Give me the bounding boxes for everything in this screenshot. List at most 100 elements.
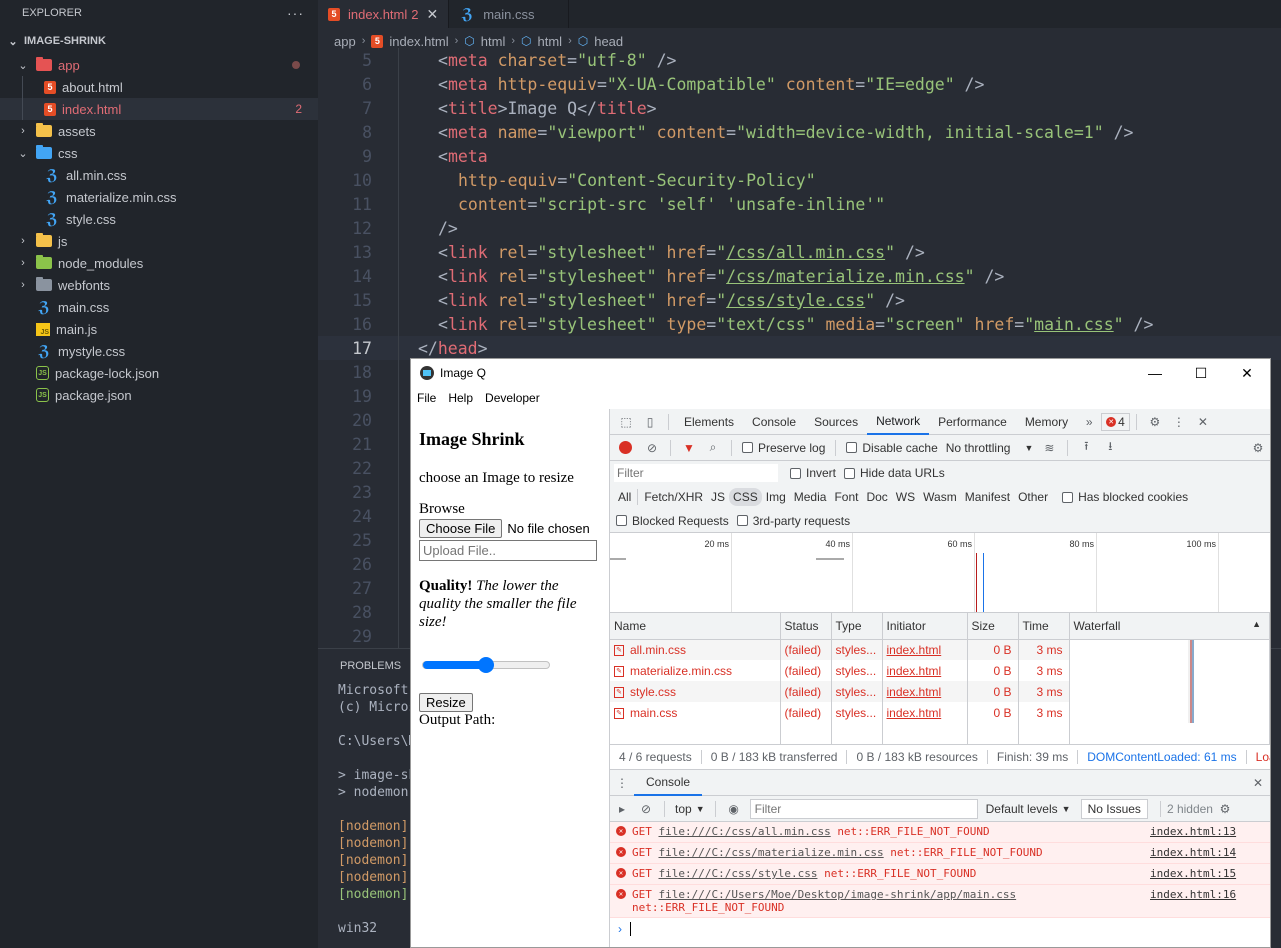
- col-name[interactable]: Name: [610, 613, 781, 640]
- error-url-link[interactable]: file:///C:/Users/Moe/Desktop/image-shrin…: [659, 888, 1017, 901]
- settings-gear-icon[interactable]: ⚙: [1143, 415, 1167, 429]
- show-sidebar-icon[interactable]: ▸: [610, 802, 634, 816]
- request-row[interactable]: ✎ style.css (failed) styles... index.html…: [610, 681, 1270, 702]
- download-har-icon[interactable]: ⭳: [1098, 437, 1122, 458]
- log-levels-select[interactable]: Default levels ▼: [986, 802, 1071, 816]
- issues-button[interactable]: No Issues: [1080, 798, 1148, 819]
- device-toolbar-icon[interactable]: ▯: [638, 415, 662, 429]
- close-devtools-icon[interactable]: ✕: [1191, 415, 1215, 429]
- upload-file-input[interactable]: [419, 540, 597, 561]
- type-manifest[interactable]: Manifest: [961, 488, 1014, 506]
- tree-file-index[interactable]: 5 index.html 2: [0, 98, 318, 120]
- quality-slider[interactable]: [422, 657, 550, 673]
- tab-network[interactable]: Network: [867, 409, 930, 435]
- network-conditions-icon[interactable]: ≋: [1037, 441, 1061, 455]
- tab-elements[interactable]: Elements: [675, 409, 743, 435]
- type-font[interactable]: Font: [830, 488, 862, 506]
- type-ws[interactable]: WS: [892, 488, 919, 506]
- col-size[interactable]: Size: [967, 613, 1019, 640]
- third-party-requests-checkbox[interactable]: 3rd-party requests: [736, 514, 850, 528]
- has-blocked-cookies-checkbox[interactable]: Has blocked cookies: [1062, 490, 1188, 504]
- tree-folder-js[interactable]: › js: [0, 230, 318, 252]
- tab-console[interactable]: Console: [743, 409, 805, 435]
- initiator-link[interactable]: index.html: [882, 639, 968, 660]
- tree-folder-node-modules[interactable]: › node_modules: [0, 252, 318, 274]
- context-select[interactable]: top ▼: [675, 802, 705, 816]
- error-url-link[interactable]: file:///C:/css/style.css: [659, 867, 818, 880]
- type-other[interactable]: Other: [1014, 488, 1052, 506]
- close-drawer-icon[interactable]: ✕: [1246, 776, 1270, 790]
- search-icon[interactable]: ⌕: [701, 440, 725, 455]
- project-root[interactable]: ⌄ IMAGE-SHRINK: [0, 28, 318, 54]
- blocked-requests-checkbox[interactable]: Blocked Requests: [616, 514, 729, 528]
- type-doc[interactable]: Doc: [862, 488, 891, 506]
- more-actions-icon[interactable]: ···: [287, 5, 304, 21]
- breadcrumb-item[interactable]: app: [334, 34, 356, 49]
- type-img[interactable]: Img: [762, 488, 790, 506]
- more-tabs-icon[interactable]: »: [1077, 415, 1101, 429]
- source-link[interactable]: index.html:15: [1150, 867, 1270, 881]
- minimize-button[interactable]: —: [1132, 359, 1178, 387]
- console-filter-input[interactable]: [749, 798, 978, 819]
- col-initiator[interactable]: Initiator: [882, 613, 968, 640]
- request-row[interactable]: ✎ materialize.min.css (failed) styles... …: [610, 660, 1270, 681]
- kebab-menu-icon[interactable]: ⋮: [1167, 415, 1191, 429]
- col-status[interactable]: Status: [780, 613, 832, 640]
- slider-thumb[interactable]: [478, 657, 494, 673]
- tree-file-style-css[interactable]: ℨ style.css: [0, 208, 318, 230]
- filter-icon[interactable]: ▼: [677, 441, 701, 455]
- tab-problems[interactable]: PROBLEMS: [340, 660, 401, 672]
- resize-button[interactable]: Resize: [419, 693, 473, 712]
- type-fetch-xhr[interactable]: Fetch/XHR: [640, 488, 707, 506]
- tree-file-all-min-css[interactable]: ℨ all.min.css: [0, 164, 318, 186]
- tab-main-css[interactable]: ℨ main.css: [449, 0, 570, 28]
- menu-help[interactable]: Help: [448, 391, 473, 405]
- maximize-button[interactable]: ☐: [1178, 359, 1224, 387]
- tab-memory[interactable]: Memory: [1016, 409, 1077, 435]
- upload-har-icon[interactable]: ⭱: [1074, 437, 1098, 458]
- type-all[interactable]: All: [614, 488, 635, 506]
- tree-folder-assets[interactable]: › assets: [0, 120, 318, 142]
- menu-file[interactable]: File: [417, 391, 436, 405]
- tree-file-about[interactable]: 5 about.html: [0, 76, 318, 98]
- drawer-menu-icon[interactable]: ⋮: [610, 776, 634, 790]
- breadcrumb-item[interactable]: head: [594, 34, 623, 49]
- tree-file-main-js[interactable]: JS main.js: [0, 318, 318, 340]
- menu-developer[interactable]: Developer: [485, 391, 540, 405]
- tree-file-mystyle-css[interactable]: ℨ mystyle.css: [0, 340, 318, 362]
- network-filter-input[interactable]: [614, 464, 778, 482]
- choose-file-button[interactable]: Choose File: [419, 519, 503, 538]
- source-link[interactable]: index.html:13: [1150, 825, 1270, 839]
- initiator-link[interactable]: index.html: [882, 702, 968, 723]
- tree-file-package[interactable]: JS package.json: [0, 384, 318, 406]
- preserve-log-checkbox[interactable]: Preserve log: [742, 441, 825, 455]
- error-url-link[interactable]: file:///C:/css/materialize.min.css: [659, 846, 884, 859]
- close-icon[interactable]: ✕: [426, 6, 438, 23]
- error-url-link[interactable]: file:///C:/css/all.min.css: [659, 825, 831, 838]
- col-type[interactable]: Type: [831, 613, 883, 640]
- request-row[interactable]: ✎ all.min.css (failed) styles... index.ht…: [610, 639, 1270, 660]
- tree-file-materialize[interactable]: ℨ materialize.min.css: [0, 186, 318, 208]
- source-link[interactable]: index.html:14: [1150, 846, 1270, 860]
- clear-console-icon[interactable]: ⊘: [634, 802, 658, 816]
- hide-data-urls-checkbox[interactable]: Hide data URLs: [844, 466, 945, 480]
- error-count-badge[interactable]: ✕ 4: [1101, 412, 1130, 431]
- tab-sources[interactable]: Sources: [805, 409, 867, 435]
- tree-folder-webfonts[interactable]: › webfonts: [0, 274, 318, 296]
- record-button[interactable]: [619, 441, 632, 454]
- breadcrumb-item[interactable]: html: [481, 34, 506, 49]
- console-prompt[interactable]: ›: [610, 918, 1270, 940]
- initiator-link[interactable]: index.html: [882, 660, 968, 681]
- request-row[interactable]: ✎ main.css (failed) styles... index.html …: [610, 702, 1270, 723]
- network-overview[interactable]: 20 ms 40 ms 60 ms 80 ms 100 ms: [610, 533, 1270, 613]
- invert-checkbox[interactable]: Invert: [790, 466, 836, 480]
- source-link[interactable]: index.html:16: [1150, 888, 1270, 914]
- type-css[interactable]: CSS: [729, 488, 762, 506]
- tree-folder-css[interactable]: ⌄ css: [0, 142, 318, 164]
- tree-file-main-css[interactable]: ℨ main.css: [0, 296, 318, 318]
- network-settings-gear-icon[interactable]: ⚙: [1246, 441, 1270, 455]
- close-window-button[interactable]: ✕: [1224, 359, 1270, 387]
- live-expression-eye-icon[interactable]: ◉: [722, 802, 746, 816]
- col-waterfall[interactable]: Waterfall ▲: [1069, 613, 1270, 640]
- tab-performance[interactable]: Performance: [929, 409, 1016, 435]
